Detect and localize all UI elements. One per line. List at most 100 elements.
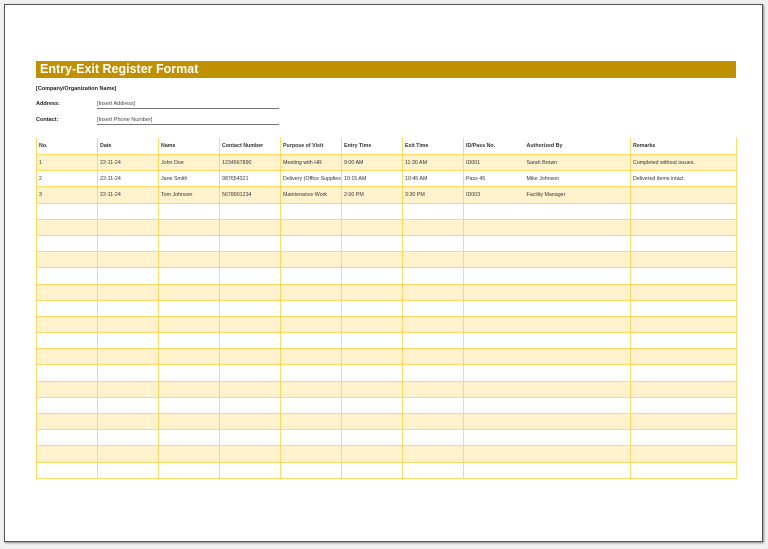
table-cell[interactable] — [525, 430, 631, 446]
table-cell[interactable] — [220, 381, 281, 397]
table-cell[interactable] — [464, 333, 525, 349]
table-cell[interactable] — [631, 414, 737, 430]
table-cell[interactable] — [159, 333, 220, 349]
table-cell[interactable] — [281, 462, 342, 478]
table-cell[interactable] — [159, 300, 220, 316]
company-name[interactable]: [Company/Organization Name] — [36, 86, 116, 92]
table-cell[interactable] — [159, 430, 220, 446]
table-cell[interactable] — [464, 349, 525, 365]
table-cell[interactable] — [281, 333, 342, 349]
table-cell[interactable] — [220, 219, 281, 235]
table-cell[interactable]: 3 — [37, 187, 98, 203]
table-cell[interactable]: 10:15 AM — [342, 171, 403, 187]
table-cell[interactable]: 10:45 AM — [403, 171, 464, 187]
table-cell[interactable] — [631, 446, 737, 462]
table-cell[interactable]: Delivered items intact. — [631, 171, 737, 187]
table-cell[interactable] — [631, 252, 737, 268]
table-cell[interactable] — [98, 333, 159, 349]
table-cell[interactable] — [631, 268, 737, 284]
table-cell[interactable] — [403, 284, 464, 300]
table-cell[interactable] — [464, 316, 525, 332]
table-cell[interactable] — [37, 203, 98, 219]
table-cell[interactable] — [525, 333, 631, 349]
table-cell[interactable] — [37, 349, 98, 365]
table-cell[interactable] — [464, 284, 525, 300]
table-cell[interactable]: Facility Manager — [525, 187, 631, 203]
table-cell[interactable] — [631, 333, 737, 349]
table-cell[interactable] — [342, 462, 403, 478]
table-cell[interactable] — [525, 414, 631, 430]
table-cell[interactable] — [525, 219, 631, 235]
table-cell[interactable]: Pass 45 — [464, 171, 525, 187]
table-cell[interactable]: 22-11-24 — [98, 155, 159, 171]
table-cell[interactable] — [403, 252, 464, 268]
table-cell[interactable] — [37, 414, 98, 430]
table-cell[interactable] — [403, 462, 464, 478]
table-cell[interactable] — [631, 462, 737, 478]
table-cell[interactable] — [464, 446, 525, 462]
table-cell[interactable] — [525, 235, 631, 251]
table-cell[interactable] — [464, 300, 525, 316]
table-cell[interactable] — [631, 203, 737, 219]
table-cell[interactable] — [631, 187, 737, 203]
table-cell[interactable]: Jane Smith — [159, 171, 220, 187]
table-cell[interactable] — [342, 284, 403, 300]
table-cell[interactable]: Tom Johnson — [159, 187, 220, 203]
table-cell[interactable]: 22-11-24 — [98, 171, 159, 187]
table-cell[interactable] — [342, 365, 403, 381]
table-cell[interactable] — [525, 365, 631, 381]
table-cell[interactable] — [98, 365, 159, 381]
table-cell[interactable] — [342, 316, 403, 332]
table-cell[interactable] — [464, 414, 525, 430]
table-cell[interactable] — [464, 462, 525, 478]
table-cell[interactable] — [37, 365, 98, 381]
table-cell[interactable] — [281, 235, 342, 251]
table-cell[interactable] — [342, 381, 403, 397]
table-cell[interactable] — [159, 349, 220, 365]
table-cell[interactable] — [631, 381, 737, 397]
table-cell[interactable] — [342, 430, 403, 446]
table-cell[interactable] — [220, 430, 281, 446]
table-cell[interactable] — [525, 446, 631, 462]
table-cell[interactable] — [220, 300, 281, 316]
table-cell[interactable] — [342, 446, 403, 462]
table-cell[interactable] — [159, 365, 220, 381]
table-cell[interactable] — [525, 268, 631, 284]
table-cell[interactable] — [403, 365, 464, 381]
table-cell[interactable] — [98, 252, 159, 268]
table-cell[interactable] — [159, 252, 220, 268]
table-cell[interactable] — [98, 219, 159, 235]
table-cell[interactable] — [281, 397, 342, 413]
table-cell[interactable] — [220, 414, 281, 430]
table-cell[interactable] — [342, 252, 403, 268]
table-cell[interactable] — [342, 349, 403, 365]
address-field[interactable]: [Insert Address] — [97, 101, 279, 109]
table-cell[interactable] — [159, 316, 220, 332]
table-cell[interactable] — [342, 397, 403, 413]
table-cell[interactable] — [281, 316, 342, 332]
table-cell[interactable] — [37, 462, 98, 478]
table-cell[interactable] — [220, 349, 281, 365]
table-cell[interactable] — [464, 381, 525, 397]
table-cell[interactable] — [464, 365, 525, 381]
table-cell[interactable] — [281, 284, 342, 300]
table-cell[interactable] — [281, 414, 342, 430]
table-cell[interactable] — [220, 203, 281, 219]
table-cell[interactable] — [98, 462, 159, 478]
table-cell[interactable] — [98, 235, 159, 251]
table-cell[interactable]: 2 — [37, 171, 98, 187]
table-cell[interactable] — [98, 203, 159, 219]
table-cell[interactable] — [403, 316, 464, 332]
table-cell[interactable]: John Doe — [159, 155, 220, 171]
table-cell[interactable] — [525, 284, 631, 300]
table-cell[interactable] — [159, 414, 220, 430]
table-cell[interactable] — [220, 333, 281, 349]
table-cell[interactable]: Completed without issues. — [631, 155, 737, 171]
table-cell[interactable] — [631, 219, 737, 235]
table-cell[interactable] — [464, 219, 525, 235]
table-cell[interactable]: 987654321 — [220, 171, 281, 187]
table-cell[interactable] — [37, 430, 98, 446]
table-cell[interactable] — [220, 446, 281, 462]
table-cell[interactable] — [98, 268, 159, 284]
table-cell[interactable] — [342, 300, 403, 316]
